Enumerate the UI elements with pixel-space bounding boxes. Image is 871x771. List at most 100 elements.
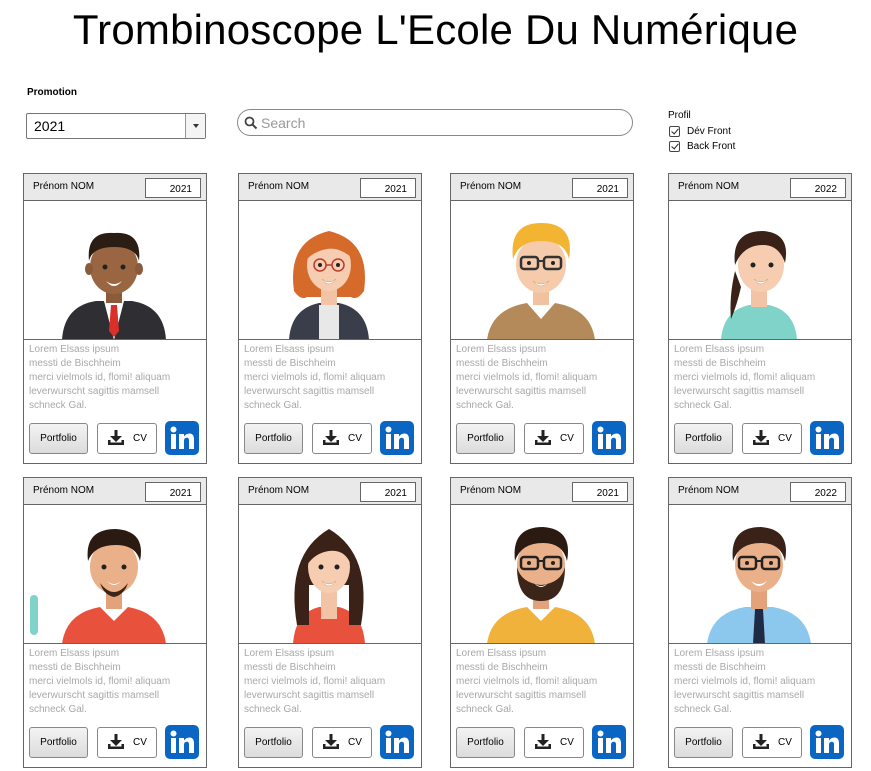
cv-label: CV	[348, 736, 362, 748]
cv-download-button[interactable]: CV	[312, 422, 372, 454]
profile-card: Prénom NOM 2021 Lorem Elsass ipsum messti…	[238, 477, 422, 768]
card-description-line: leverwurscht sagittis mamsell	[456, 690, 587, 701]
card-description-line: leverwurscht sagittis mamsell	[456, 386, 587, 397]
woman-long-hair-icon	[239, 505, 421, 644]
linkedin-icon[interactable]	[592, 421, 626, 455]
card-year: 2021	[360, 482, 416, 502]
checkbox-dev-front[interactable]: Dév Front	[668, 124, 735, 139]
card-header: Prénom NOM 2021	[451, 478, 633, 505]
card-year: 2021	[360, 178, 416, 198]
card-description-line: schneck Gal.	[674, 400, 732, 411]
card-header: Prénom NOM 2022	[669, 478, 851, 505]
linkedin-icon[interactable]	[380, 421, 414, 455]
download-icon	[753, 430, 770, 445]
card-description: Lorem Elsass ipsum messti de Bischheim mer…	[451, 340, 633, 424]
search-box[interactable]	[237, 109, 633, 136]
card-actions: Portfolio CV	[674, 725, 844, 759]
promotion-select-value: 2021	[34, 118, 66, 134]
download-icon	[323, 734, 340, 749]
cv-download-button[interactable]: CV	[97, 726, 157, 758]
portfolio-button[interactable]: Portfolio	[674, 726, 733, 758]
portfolio-button[interactable]: Portfolio	[29, 422, 88, 454]
card-header: Prénom NOM 2021	[239, 478, 421, 505]
checkbox-checked-icon[interactable]	[669, 141, 680, 152]
card-description-line: leverwurscht sagittis mamsell	[29, 386, 160, 397]
download-icon	[535, 734, 552, 749]
linkedin-icon[interactable]	[592, 725, 626, 759]
card-description-line: schneck Gal.	[244, 400, 302, 411]
portfolio-button[interactable]: Portfolio	[456, 726, 515, 758]
card-name: Prénom NOM	[460, 485, 522, 496]
promotion-select[interactable]: 2021	[26, 113, 206, 139]
search-icon	[244, 116, 258, 129]
card-description-line: schneck Gal.	[244, 704, 302, 715]
card-description-line: merci vielmols id, flomi! aliquam	[674, 372, 816, 383]
cv-download-button[interactable]: CV	[97, 422, 157, 454]
portfolio-button[interactable]: Portfolio	[674, 422, 733, 454]
card-description: Lorem Elsass ipsum messti de Bischheim mer…	[239, 340, 421, 424]
chevron-down-icon[interactable]	[185, 114, 205, 138]
linkedin-icon[interactable]	[810, 725, 844, 759]
card-description: Lorem Elsass ipsum messti de Bischheim mer…	[669, 340, 851, 424]
card-description-line: leverwurscht sagittis mamsell	[674, 690, 805, 701]
card-description-line: messti de Bischheim	[456, 358, 548, 369]
profile-card: Prénom NOM 2021 Lorem Elsass ipsum messti…	[23, 173, 207, 464]
profile-card: Prénom NOM 2022 Lorem Elsass ipsum messti…	[668, 477, 852, 768]
linkedin-icon[interactable]	[810, 421, 844, 455]
cv-download-button[interactable]: CV	[524, 422, 584, 454]
portfolio-button[interactable]: Portfolio	[456, 422, 515, 454]
portfolio-button[interactable]: Portfolio	[29, 726, 88, 758]
checkbox-label: Back Front	[687, 141, 736, 152]
profile-card: Prénom NOM 2021 Lorem Elsass ipsum messti…	[23, 477, 207, 768]
portfolio-button[interactable]: Portfolio	[244, 726, 303, 758]
card-year: 2021	[572, 482, 628, 502]
man-beard-glasses-icon	[451, 505, 633, 644]
card-description-line: Lorem Elsass ipsum	[29, 344, 120, 355]
card-description-line: schneck Gal.	[29, 704, 87, 715]
card-description-line: Lorem Elsass ipsum	[674, 344, 765, 355]
checkbox-back-front[interactable]: Back Front	[668, 139, 735, 154]
card-description-line: schneck Gal.	[674, 704, 732, 715]
cv-download-button[interactable]: CV	[524, 726, 584, 758]
download-icon	[108, 430, 125, 445]
cv-label: CV	[133, 432, 147, 444]
woman-ponytail-icon	[669, 201, 851, 340]
card-description-line: schneck Gal.	[29, 400, 87, 411]
card-description: Lorem Elsass ipsum messti de Bischheim mer…	[239, 644, 421, 728]
man-blond-glasses-icon	[451, 201, 633, 340]
card-description-line: schneck Gal.	[456, 400, 514, 411]
linkedin-icon[interactable]	[165, 421, 199, 455]
card-description-line: messti de Bischheim	[29, 662, 121, 673]
card-actions: Portfolio CV	[674, 421, 844, 455]
card-header: Prénom NOM 2021	[24, 478, 206, 505]
linkedin-icon[interactable]	[380, 725, 414, 759]
card-year: 2021	[572, 178, 628, 198]
checkbox-checked-icon[interactable]	[669, 126, 680, 137]
card-description-line: messti de Bischheim	[244, 662, 336, 673]
card-description: Lorem Elsass ipsum messti de Bischheim mer…	[669, 644, 851, 728]
card-description-line: Lorem Elsass ipsum	[456, 648, 547, 659]
card-name: Prénom NOM	[248, 485, 310, 496]
linkedin-icon[interactable]	[165, 725, 199, 759]
page-title: Trombinoscope L'Ecole Du Numérique	[72, 6, 799, 53]
card-year: 2022	[790, 482, 846, 502]
card-name: Prénom NOM	[248, 181, 310, 192]
cv-label: CV	[348, 432, 362, 444]
card-description-line: merci vielmols id, flomi! aliquam	[674, 676, 816, 687]
card-description-line: schneck Gal.	[456, 704, 514, 715]
card-year: 2022	[790, 178, 846, 198]
card-description-line: messti de Bischheim	[29, 358, 121, 369]
cv-label: CV	[133, 736, 147, 748]
portfolio-button[interactable]: Portfolio	[244, 422, 303, 454]
cv-download-button[interactable]: CV	[742, 422, 802, 454]
cv-download-button[interactable]: CV	[742, 726, 802, 758]
woman-redhead-glasses-icon	[239, 201, 421, 340]
card-actions: Portfolio CV	[29, 725, 199, 759]
card-name: Prénom NOM	[460, 181, 522, 192]
card-actions: Portfolio CV	[29, 421, 199, 455]
download-icon	[323, 430, 340, 445]
search-input[interactable]	[261, 114, 601, 131]
man-goatee-icon	[24, 505, 206, 644]
cv-download-button[interactable]: CV	[312, 726, 372, 758]
card-description-line: Lorem Elsass ipsum	[456, 344, 547, 355]
